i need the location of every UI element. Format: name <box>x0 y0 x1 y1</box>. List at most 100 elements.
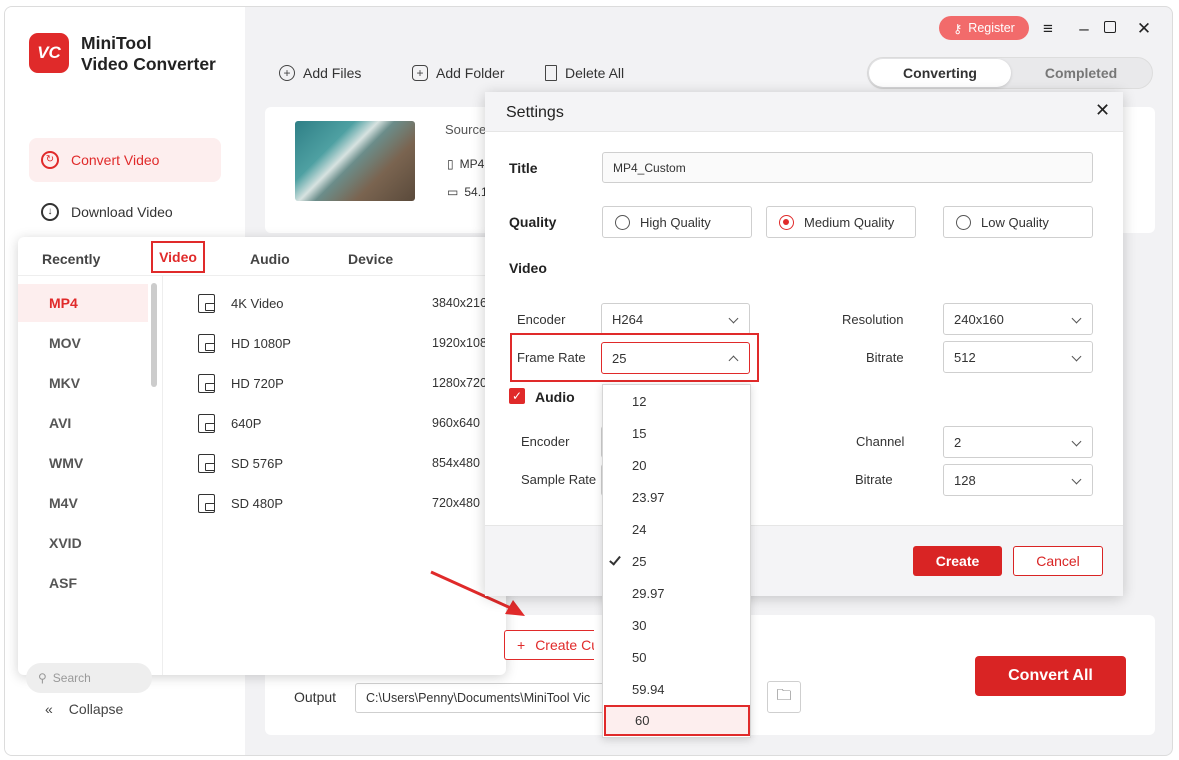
preset-name: SD 480P <box>231 495 284 511</box>
add-icon: + <box>279 65 295 81</box>
trash-icon <box>545 65 557 81</box>
audio-bitrate-select[interactable]: 128 <box>943 464 1093 496</box>
format-item-mov[interactable]: MOV <box>18 324 148 362</box>
add-folder-button[interactable]: + Add Folder <box>412 65 504 81</box>
preset-row[interactable]: HD 720P <box>198 371 284 395</box>
plus-icon: + <box>517 637 526 653</box>
quality-option-label: Low Quality <box>981 214 1049 230</box>
tab-device[interactable]: Device <box>348 251 393 267</box>
chevron-up-icon <box>728 355 739 366</box>
frame-rate-option-highlighted[interactable]: 60 <box>604 705 750 736</box>
video-encoder-select[interactable]: H264 <box>601 303 750 335</box>
chevron-down-icon <box>1071 351 1082 362</box>
frame-rate-option[interactable]: 20 <box>603 449 750 481</box>
tab-recently[interactable]: Recently <box>42 251 100 267</box>
frame-rate-option[interactable]: 30 <box>603 609 750 641</box>
frame-rate-option-selected[interactable]: 25 <box>603 545 750 577</box>
create-button[interactable]: Create <box>913 546 1002 576</box>
tab-completed[interactable]: Completed <box>1011 59 1151 87</box>
register-button[interactable]: ⚷ Register <box>939 16 1029 40</box>
format-item-wmv[interactable]: WMV <box>18 444 148 482</box>
quality-high-option[interactable]: High Quality <box>602 206 752 238</box>
file-format-value: MP4 <box>459 157 485 171</box>
preset-row[interactable]: 640P <box>198 411 261 435</box>
double-chevron-left-icon: « <box>45 701 53 717</box>
frame-rate-option[interactable]: 24 <box>603 513 750 545</box>
audio-checkbox[interactable]: ✓ <box>509 388 525 404</box>
video-file-icon <box>198 453 215 473</box>
frame-rate-option[interactable]: 23.97 <box>603 481 750 513</box>
resolution-select[interactable]: 240x160 <box>943 303 1093 335</box>
collapse-label: Collapse <box>68 701 124 717</box>
frame-rate-option[interactable]: 29.97 <box>603 577 750 609</box>
quality-medium-option[interactable]: Medium Quality <box>766 206 916 238</box>
preset-name: HD 1080P <box>231 335 291 351</box>
file-size: ▭ 54.1 <box>447 185 488 199</box>
frame-rate-option[interactable]: 15 <box>603 417 750 449</box>
cancel-button[interactable]: Cancel <box>1013 546 1103 576</box>
file-icon: ▯ <box>447 157 454 171</box>
frame-rate-option[interactable]: 59.94 <box>603 673 750 705</box>
settings-close-icon[interactable]: ✕ <box>1095 100 1110 121</box>
sample-rate-label: Sample Rate <box>521 472 597 487</box>
format-search-input[interactable]: ⚲ Search <box>26 663 152 693</box>
frame-rate-select[interactable]: 25 <box>601 342 750 374</box>
video-file-icon <box>198 373 215 393</box>
preset-name: 640P <box>231 415 262 431</box>
collapse-button[interactable]: « Collapse <box>45 701 123 717</box>
format-item-m4v[interactable]: M4V <box>18 484 148 522</box>
audio-bitrate-value: 128 <box>954 472 976 488</box>
frame-rate-option-label: 25 <box>632 553 647 569</box>
minimize-icon[interactable]: – <box>1075 19 1093 39</box>
format-list-scrollbar[interactable] <box>151 283 157 387</box>
tab-audio[interactable]: Audio <box>250 251 290 267</box>
quality-option-label: Medium Quality <box>804 214 895 230</box>
output-path-field[interactable]: C:\Users\Penny\Documents\MiniTool Vic <box>355 683 615 713</box>
format-item-asf[interactable]: ASF <box>18 564 148 602</box>
format-item-mp4[interactable]: MP4 <box>18 284 148 322</box>
audio-encoder-label: Encoder <box>521 434 570 449</box>
format-list: MP4 MOV MKV AVI WMV M4V XVID ASF ⚲ Searc… <box>18 275 163 693</box>
create-custom-button[interactable]: + Create Cus <box>504 630 594 660</box>
format-item-avi[interactable]: AVI <box>18 404 148 442</box>
audio-bitrate-label: Bitrate <box>855 472 893 487</box>
radio-icon <box>956 214 971 230</box>
quality-label: Quality <box>509 214 557 230</box>
checkmark-icon <box>609 553 621 566</box>
preset-resolution: 720x480 <box>432 496 480 510</box>
frame-rate-option[interactable]: 12 <box>603 385 750 417</box>
close-icon[interactable]: ✕ <box>1135 19 1153 39</box>
frame-rate-option[interactable]: 50 <box>603 641 750 673</box>
sidebar-item-convert-video[interactable]: ↻ Convert Video <box>29 138 221 182</box>
delete-all-button[interactable]: Delete All <box>545 65 624 81</box>
preset-row[interactable]: HD 1080P <box>198 331 291 355</box>
format-item-mkv[interactable]: MKV <box>18 364 148 402</box>
audio-section-label: Audio <box>535 389 575 405</box>
preset-row[interactable]: SD 576P <box>198 451 283 475</box>
browse-folder-button[interactable]: 🗀 <box>767 681 801 713</box>
preset-row[interactable]: 4K Video <box>198 291 284 315</box>
format-item-xvid[interactable]: XVID <box>18 524 148 562</box>
convert-all-button[interactable]: Convert All <box>975 656 1126 696</box>
settings-title: Settings <box>506 104 564 121</box>
radio-icon <box>615 214 630 230</box>
video-bitrate-select[interactable]: 512 <box>943 341 1093 373</box>
menu-icon[interactable]: ≡ <box>1039 19 1057 39</box>
app-logo: VC <box>29 33 69 73</box>
preset-row[interactable]: SD 480P <box>198 491 283 515</box>
quality-low-option[interactable]: Low Quality <box>943 206 1093 238</box>
tab-converting[interactable]: Converting <box>869 59 1011 87</box>
tab-video[interactable]: Video <box>151 241 205 273</box>
sidebar-item-download-video[interactable]: ↓ Download Video <box>29 190 221 234</box>
search-icon: ⚲ <box>38 671 47 685</box>
add-folder-label: Add Folder <box>436 65 505 81</box>
title-input[interactable]: MP4_Custom <box>602 152 1093 183</box>
quality-option-label: High Quality <box>640 214 711 230</box>
channel-select[interactable]: 2 <box>943 426 1093 458</box>
create-custom-label: Create Cus <box>535 637 594 653</box>
maximize-icon[interactable] <box>1104 21 1116 33</box>
chevron-down-icon <box>1071 313 1082 324</box>
video-encoder-label: Encoder <box>517 312 566 327</box>
add-files-button[interactable]: + Add Files <box>279 65 361 81</box>
resolution-label: Resolution <box>842 312 904 327</box>
